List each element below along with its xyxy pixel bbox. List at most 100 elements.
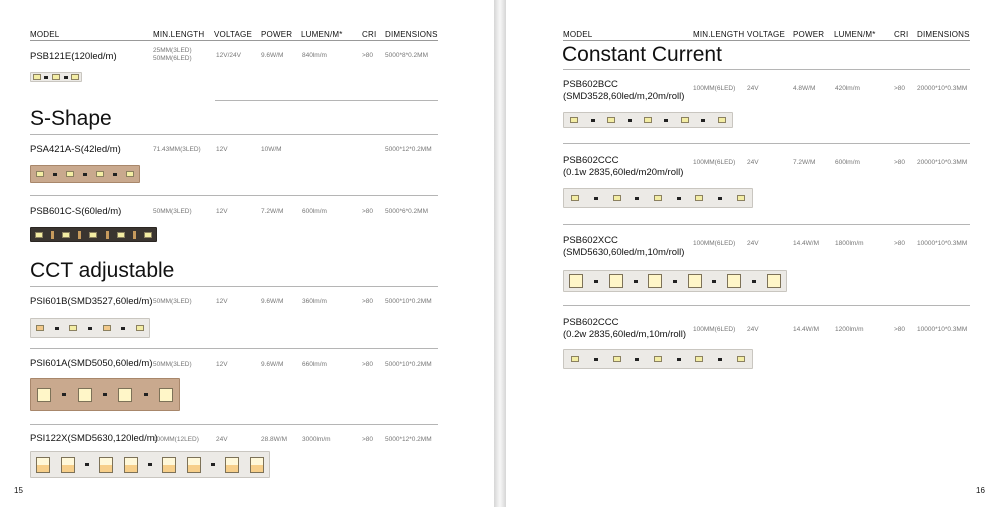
led-chip [143,231,152,238]
led-chip [36,387,51,402]
product-dimensions: 5000*6*0.2MM [385,208,428,215]
led-chip [35,171,44,177]
led-chip [695,356,704,362]
resistor-chip [62,393,67,396]
catalog-spread: MODEL MIN.LENGTH VOLTAGE POWER LUMEN/M* … [0,0,1000,507]
section-title-cct: CCT adjustable [30,259,175,282]
product-dimensions: 5000*12*0.2MM [385,436,432,443]
led-strip-image [30,451,270,478]
resistor-chip [627,118,632,122]
led-chip [89,231,98,238]
product-min-length: 50MM(3LED) [153,208,192,215]
product-voltage: 12V/24V [216,52,241,59]
led-chip [65,171,74,177]
led-strip-image [30,165,140,183]
header-divider [563,40,970,41]
resistor-chip [82,172,87,176]
led-chip [608,274,623,288]
resistor-chip [701,118,706,122]
product-voltage: 12V [216,146,228,153]
section-title-s-shape: S-Shape [30,107,112,130]
product-model: PSB602CCC [563,317,619,328]
led-chip [118,387,133,402]
led-chip [135,325,144,331]
product-voltage: 12V [216,298,228,305]
resistor-chip [143,393,148,396]
led-strip-image [563,112,733,128]
product-dimensions: 5000*10*0.2MM [385,298,432,305]
product-power: 28.8W/M [261,436,288,443]
resistor-chip [84,463,89,466]
led-chip [36,325,45,331]
section-divider [30,286,438,287]
product-dimensions: 10000*10*0.3MM [917,326,968,333]
led-chip [607,117,616,123]
resistor-chip [712,279,717,283]
product-model-subtitle: (0.1w 2835,60led/m20m/roll) [563,167,684,178]
led-chip [96,171,105,177]
resistor-chip [635,357,640,361]
product-lumen: 1800lm/m [835,240,864,247]
led-chip [69,325,78,331]
product-cri: >80 [362,436,374,443]
header-voltage: VOLTAGE [747,30,786,39]
row-divider [563,224,970,225]
led-chip [571,356,580,362]
led-chip [695,195,704,201]
led-strip-image [563,270,787,292]
header-cri: CRI [894,30,909,39]
product-model: PSA421A-S(42led/m) [30,144,121,155]
header-dimensions: DIMENSIONS [917,30,970,39]
resistor-chip [102,393,107,396]
resistor-chip [590,118,595,122]
resistor-chip [664,118,669,122]
product-min-length: 100MM(6LED) [693,85,736,92]
solder-pad [105,230,109,239]
section-title-constant-current: Constant Current [562,43,722,66]
resistor-chip [676,357,681,361]
product-voltage: 24V [216,436,228,443]
product-dimensions: 20000*10*0.3MM [917,85,968,92]
page-number: 16 [976,486,985,495]
solder-pad [132,230,136,239]
product-lumen: 840lm/m [302,52,327,59]
product-lumen: 3000lm/m [302,436,331,443]
header-cri: CRI [362,30,377,39]
led-chip [62,231,71,238]
led-chip [612,356,621,362]
led-strip-image [30,378,180,411]
row-divider [30,195,438,196]
led-chip [35,231,44,238]
led-chip [102,325,111,331]
row-divider [563,305,970,306]
product-cri: >80 [362,361,374,368]
product-model: PSB601C-S(60led/m) [30,206,122,217]
product-min-length: 50MM(3LED) [153,298,192,305]
led-chip [51,74,60,80]
led-chip [162,456,177,473]
led-chip [612,195,621,201]
header-model: MODEL [563,30,593,39]
led-chip [717,117,726,123]
led-chip [159,387,174,402]
product-min-length: 25MM(3LED) 50MM(6LED) [153,47,192,62]
led-chip [71,74,80,80]
led-chip [736,356,745,362]
led-chip [680,117,689,123]
product-voltage: 24V [747,240,759,247]
led-chip [648,274,663,288]
resistor-chip [633,279,638,283]
product-cri: >80 [362,208,374,215]
product-power: 9.6W/M [261,298,284,305]
led-strip-image [563,349,753,369]
product-lumen: 420lm/m [835,85,860,92]
resistor-chip [717,196,722,200]
product-voltage: 12V [216,208,228,215]
product-voltage: 24V [747,159,759,166]
led-chip [186,456,201,473]
header-divider [30,40,438,41]
row-divider [30,348,438,349]
product-model-subtitle: (SMD5630,60led/m,10m/roll) [563,247,685,258]
resistor-chip [54,326,59,330]
product-model: PSB602BCC [563,79,618,90]
